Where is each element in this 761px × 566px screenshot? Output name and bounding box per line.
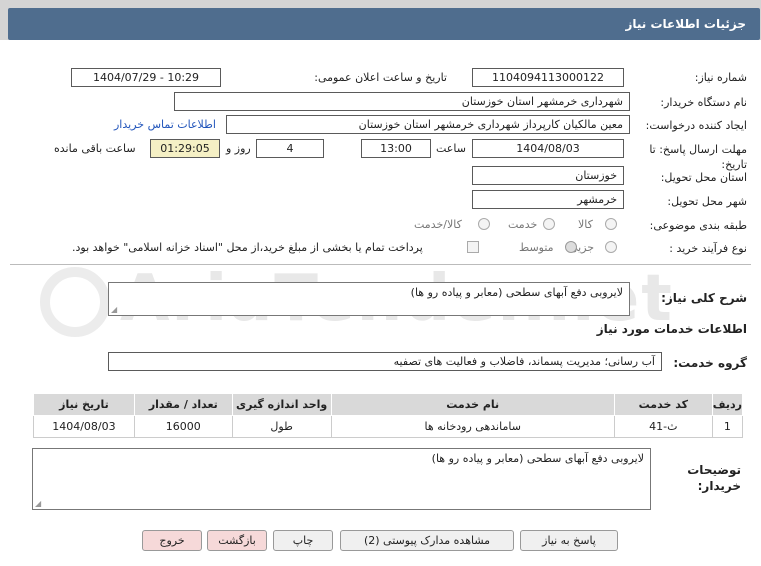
col-service-code: کد خدمت xyxy=(613,393,713,416)
service-group-field: آب رسانی؛ مدیریت پسماند، فاضلاب و فعالیت… xyxy=(108,352,662,371)
creator-label: ایجاد کننده درخواست: xyxy=(645,119,747,132)
treasury-payment-note: پرداخت تمام یا بخشی از مبلغ خرید،از محل … xyxy=(72,241,423,254)
cell-unit: طول xyxy=(231,415,332,438)
buyer-notes-label: توضیحات خریدار: xyxy=(687,463,741,493)
divider xyxy=(10,264,751,265)
services-section-title: اطلاعات خدمات مورد نیاز xyxy=(596,322,747,336)
services-table: تاریخ نیاز تعداد / مقدار واحد اندازه گیر… xyxy=(33,393,744,438)
col-service-name: نام خدمت xyxy=(330,393,615,416)
table-header-row: تاریخ نیاز تعداد / مقدار واحد اندازه گیر… xyxy=(33,393,744,416)
exit-button[interactable]: خروج xyxy=(142,530,202,551)
resize-handle-icon[interactable]: ◢ xyxy=(111,305,117,314)
category-goods-radio[interactable] xyxy=(605,218,617,230)
remaining-time-label: ساعت باقی مانده xyxy=(54,142,136,155)
cell-quantity: 16000 xyxy=(133,415,233,438)
buyer-org-field: شهرداری خرمشهر استان خوزستان xyxy=(174,92,630,111)
col-quantity: تعداد / مقدار xyxy=(133,393,233,416)
category-goods-service-radio[interactable] xyxy=(478,218,490,230)
view-attachments-button[interactable]: مشاهده مدارک پیوستی (2) xyxy=(340,530,514,551)
remaining-time-field: 01:29:05 xyxy=(150,139,220,158)
city-label: شهر محل تحویل: xyxy=(667,195,747,208)
announce-date-field: 1404/07/29 - 10:29 xyxy=(71,68,221,87)
deadline-label: مهلت ارسال پاسخ: تا تاریخ: xyxy=(649,143,747,171)
resize-handle-icon[interactable]: ◢ xyxy=(35,499,41,508)
city-field: خرمشهر xyxy=(472,190,624,209)
col-unit: واحد اندازه گیری xyxy=(231,393,332,416)
cell-service-name: ساماندهی رودخانه ها xyxy=(330,415,615,438)
treasury-payment-checkbox[interactable] xyxy=(467,241,479,253)
back-button[interactable]: بازگشت xyxy=(207,530,267,551)
category-service-label: خدمت xyxy=(508,218,538,231)
need-number-field: 1104094113000122 xyxy=(472,68,624,87)
table-row: 1404/08/03 16000 طول ساماندهی رودخانه ها… xyxy=(33,415,744,438)
category-label: طبقه بندی موضوعی: xyxy=(649,219,747,232)
col-row: ردیف xyxy=(711,393,744,416)
buyer-notes-text: لایروبی دفع آبهای سطحی (معابر و پیاده رو… xyxy=(431,452,644,465)
cell-row: 1 xyxy=(711,415,744,438)
page-title: جزئیات اطلاعات نیاز xyxy=(8,8,760,40)
cell-service-code: ث-41 xyxy=(613,415,713,438)
province-field: خوزستان xyxy=(472,166,624,185)
process-label: نوع فرآیند خرید : xyxy=(669,242,747,255)
days-remaining-field: 4 xyxy=(256,139,324,158)
process-medium-label: متوسط xyxy=(519,241,554,254)
buyer-notes-textarea[interactable]: لایروبی دفع آبهای سطحی (معابر و پیاده رو… xyxy=(32,448,651,510)
deadline-time-field: 13:00 xyxy=(361,139,431,158)
need-summary-textarea[interactable]: لایروبی دفع آبهای سطحی (معابر و پیاده رو… xyxy=(108,282,630,316)
category-goods-label: کالا xyxy=(578,218,593,231)
category-goods-service-label: کالا/خدمت xyxy=(414,218,462,231)
col-need-date: تاریخ نیاز xyxy=(33,393,135,416)
creator-field: معین مالکیان کارپرداز شهرداری خرمشهر است… xyxy=(226,115,630,134)
watermark-logo-icon xyxy=(40,267,110,338)
days-label: روز و xyxy=(226,142,251,155)
need-number-label: شماره نیاز: xyxy=(694,71,747,84)
contact-buyer-link[interactable]: اطلاعات تماس خریدار xyxy=(114,118,216,131)
process-minor-radio[interactable] xyxy=(605,241,617,253)
cell-need-date: 1404/08/03 xyxy=(33,415,135,438)
print-button[interactable]: چاپ xyxy=(273,530,333,551)
buyer-org-label: نام دستگاه خریدار: xyxy=(660,96,747,109)
reply-button[interactable]: پاسخ به نیاز xyxy=(520,530,618,551)
deadline-date-field: 1404/08/03 xyxy=(472,139,624,158)
service-group-label: گروه خدمت: xyxy=(673,356,747,370)
need-summary-text: لایروبی دفع آبهای سطحی (معابر و پیاده رو… xyxy=(410,286,623,299)
need-summary-label: شرح کلی نیاز: xyxy=(661,291,747,305)
announce-date-label: تاریخ و ساعت اعلان عمومی: xyxy=(314,71,447,84)
process-medium-radio[interactable] xyxy=(565,241,577,253)
deadline-time-label: ساعت xyxy=(436,142,466,155)
province-label: استان محل تحویل: xyxy=(660,171,747,184)
category-service-radio[interactable] xyxy=(543,218,555,230)
